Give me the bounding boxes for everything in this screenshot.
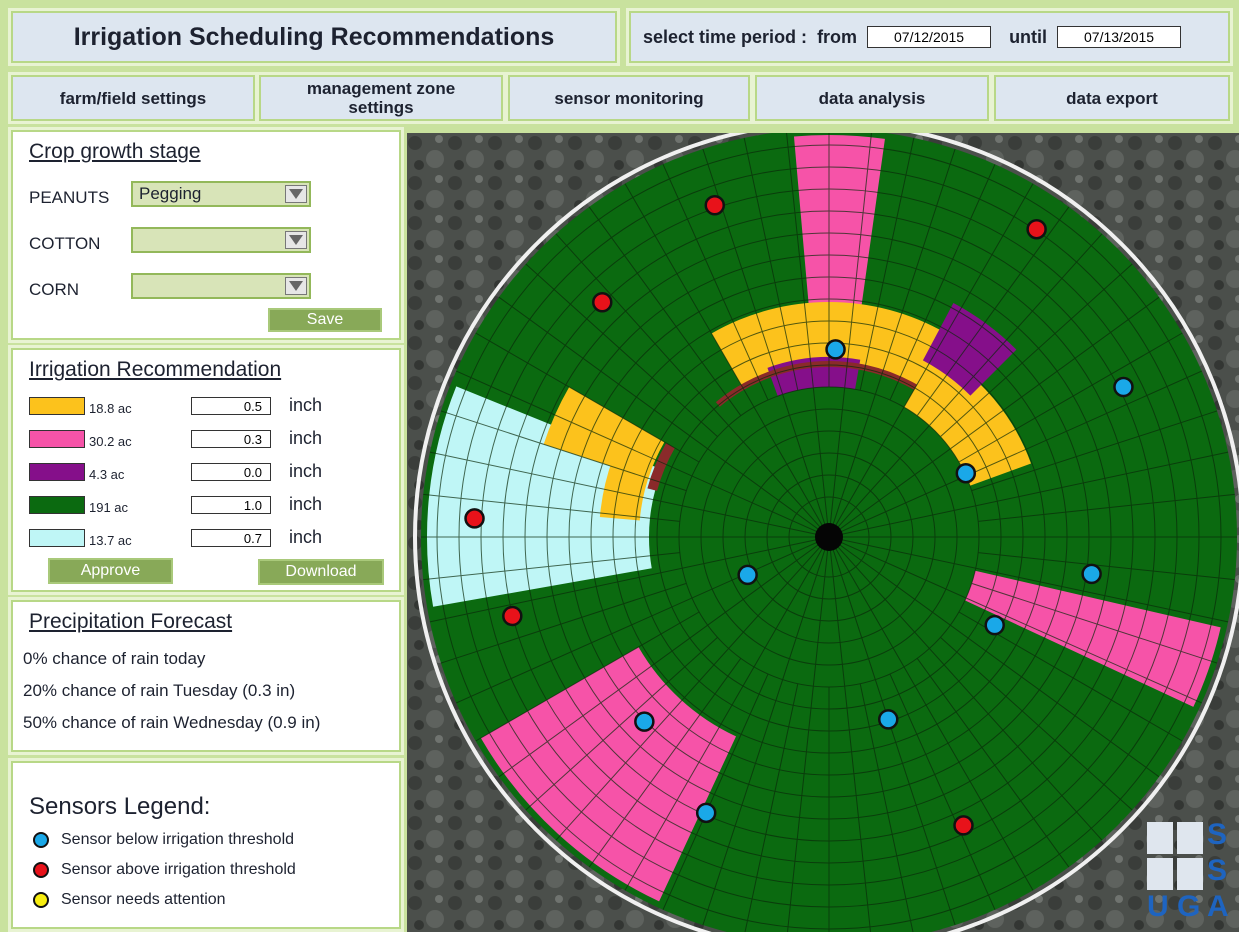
crop-name-peanuts: PEANUTS xyxy=(29,188,110,207)
pivot-center xyxy=(815,523,843,551)
tab-farm-field-settings[interactable]: farm/field settings xyxy=(8,72,258,124)
peanuts-stage-value: Pegging xyxy=(139,184,202,203)
sensor-above-threshold[interactable] xyxy=(592,291,613,313)
crop-growth-panel: Crop growth stage PEANUTS Pegging COTTON… xyxy=(8,127,404,343)
sensor-above-threshold[interactable] xyxy=(704,194,726,216)
field-map[interactable]: S S U G A xyxy=(407,133,1239,932)
zone-unit: inch xyxy=(289,527,323,547)
save-button[interactable]: Save xyxy=(268,308,382,332)
from-date-input[interactable] xyxy=(867,26,992,48)
from-label: from xyxy=(817,26,858,47)
sensor-below-threshold[interactable] xyxy=(737,564,758,586)
zone-color-swatch xyxy=(29,529,85,547)
peanuts-stage-select[interactable]: Pegging xyxy=(131,181,311,207)
zone-amount-input[interactable] xyxy=(191,430,271,448)
zone-color-swatch xyxy=(29,463,85,481)
recommendation-row: 30.2 ac inch xyxy=(29,428,329,452)
sensor-below-threshold[interactable] xyxy=(878,709,899,730)
crop-name-corn: CORN xyxy=(29,280,80,299)
uga-logo: S S U G A xyxy=(1145,818,1237,926)
until-date-input[interactable] xyxy=(1057,26,1182,48)
field-zones xyxy=(413,133,1239,932)
crop-growth-heading: Crop growth stage xyxy=(29,140,201,163)
logo-letter: S xyxy=(1207,818,1228,851)
sensor-below-threshold[interactable] xyxy=(1113,376,1134,398)
forecast-line: 20% chance of rain Tuesday (0.3 in) xyxy=(23,681,296,700)
zone-unit: inch xyxy=(289,494,323,514)
cotton-stage-select[interactable] xyxy=(131,227,311,253)
page-title: Irrigation Scheduling Recommendations xyxy=(8,8,620,66)
zone-unit: inch xyxy=(289,395,323,415)
red-sensor-dot-icon xyxy=(33,862,49,878)
sensors-legend-heading: Sensors Legend: xyxy=(29,793,211,820)
zone-amount-input[interactable] xyxy=(191,496,271,514)
dropdown-arrow-icon xyxy=(285,277,307,295)
zone-acres: 18.8 ac xyxy=(89,401,132,416)
crop-name-cotton: COTTON xyxy=(29,234,101,253)
corn-stage-select[interactable] xyxy=(131,273,311,299)
time-period-label: select time period : xyxy=(643,26,808,47)
forecast-line: 50% chance of rain Wednesday (0.9 in) xyxy=(23,713,321,732)
download-button[interactable]: Download xyxy=(258,559,384,585)
forecast-line: 0% chance of rain today xyxy=(23,649,206,668)
legend-label: Sensor needs attention xyxy=(61,891,226,908)
recommendation-row: 18.8 ac inch xyxy=(29,395,329,419)
zone-acres: 191 ac xyxy=(89,500,129,515)
yellow-sensor-dot-icon xyxy=(33,892,49,908)
dropdown-arrow-icon xyxy=(285,231,307,249)
precipitation-forecast-panel: Precipitation Forecast 0% chance of rain… xyxy=(8,597,404,755)
logo-letter: A xyxy=(1207,890,1229,923)
recommendation-row: 4.3 ac inch xyxy=(29,461,329,485)
legend-label: Sensor above irrigation threshold xyxy=(61,861,296,878)
recommendation-row: 191 ac inch xyxy=(29,494,329,518)
zone-unit: inch xyxy=(289,428,323,448)
sensors-legend-panel: Sensors Legend: Sensor below irrigation … xyxy=(8,758,404,932)
zone-acres: 4.3 ac xyxy=(89,467,125,482)
zone-amount-input[interactable] xyxy=(191,529,271,547)
blue-sensor-dot-icon xyxy=(33,832,49,848)
sensor-below-threshold[interactable] xyxy=(1081,563,1102,585)
approve-button[interactable]: Approve xyxy=(48,558,173,584)
sensor-below-threshold[interactable] xyxy=(825,339,846,360)
sensor-below-threshold[interactable] xyxy=(984,614,1005,636)
tab-sensor-monitoring[interactable]: sensor monitoring xyxy=(505,72,753,124)
sensor-above-threshold[interactable] xyxy=(464,508,485,529)
sensor-above-threshold[interactable] xyxy=(502,605,523,627)
logo-letter: U xyxy=(1147,890,1169,923)
sensor-above-threshold[interactable] xyxy=(953,815,974,836)
recommendation-row: 13.7 ac inch xyxy=(29,527,329,551)
zone-unit: inch xyxy=(289,461,323,481)
until-label: until xyxy=(1009,26,1048,47)
sensor-below-threshold[interactable] xyxy=(634,711,655,732)
legend-label: Sensor below irrigation threshold xyxy=(61,831,295,848)
zone-color-swatch xyxy=(29,430,85,448)
zone-color-swatch xyxy=(29,496,85,514)
sensor-below-threshold[interactable] xyxy=(695,802,717,824)
sensor-above-threshold[interactable] xyxy=(1026,218,1047,240)
tab-data-export[interactable]: data export xyxy=(991,72,1233,124)
zone-acres: 13.7 ac xyxy=(89,533,132,548)
irrigation-recommendation-heading: Irrigation Recommendation xyxy=(29,358,282,381)
zone-color-swatch xyxy=(29,397,85,415)
dropdown-arrow-icon xyxy=(285,185,307,203)
irrigation-recommendation-panel: Irrigation Recommendation 18.8 ac inch 3… xyxy=(8,345,404,595)
logo-letter: S xyxy=(1207,854,1228,887)
logo-letter: G xyxy=(1177,890,1201,923)
zone-amount-input[interactable] xyxy=(191,463,271,481)
pivot-field-svg xyxy=(407,133,1239,932)
sensor-below-threshold[interactable] xyxy=(955,462,977,484)
precipitation-forecast-heading: Precipitation Forecast xyxy=(29,610,233,633)
zone-acres: 30.2 ac xyxy=(89,434,132,449)
tab-management-zone-settings[interactable]: management zone settings xyxy=(256,72,506,124)
tab-data-analysis[interactable]: data analysis xyxy=(752,72,992,124)
time-period-bar: select time period : from until xyxy=(626,8,1233,66)
zone-amount-input[interactable] xyxy=(191,397,271,415)
